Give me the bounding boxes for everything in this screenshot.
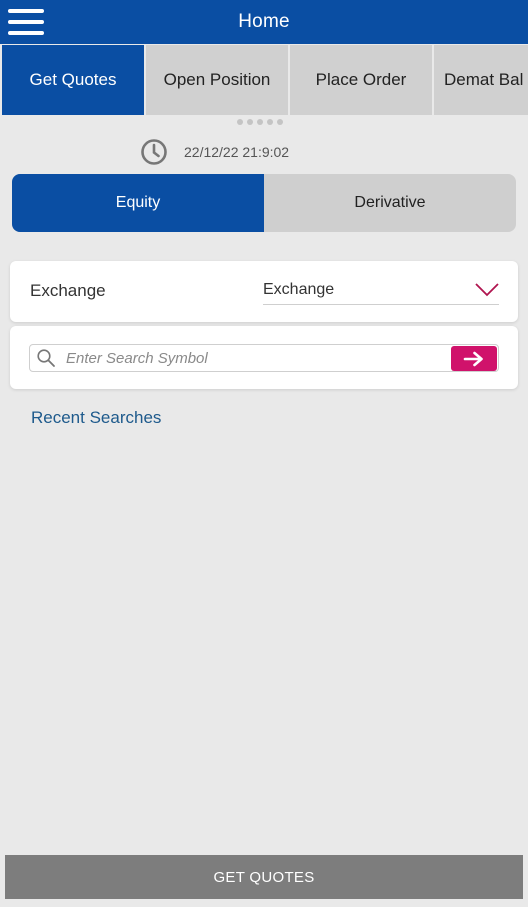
tab-get-quotes[interactable]: Get Quotes bbox=[2, 45, 144, 115]
exchange-label: Exchange bbox=[30, 281, 106, 300]
tab-page-indicator bbox=[237, 119, 283, 125]
equity-segment-button[interactable]: Equity bbox=[12, 174, 264, 232]
arrow-right-icon bbox=[463, 351, 483, 366]
get-quotes-button[interactable]: GET QUOTES bbox=[5, 855, 523, 899]
app-header: Home bbox=[0, 0, 528, 44]
tab-place-order[interactable]: Place Order bbox=[290, 45, 432, 115]
exchange-selected-value: Exchange bbox=[263, 280, 335, 298]
search-input[interactable] bbox=[66, 346, 436, 370]
top-tab-bar: Get Quotes Open Position Place Order Dem… bbox=[0, 45, 528, 115]
exchange-card: Exchange Exchange bbox=[10, 261, 518, 322]
segment-toggle: Equity Derivative bbox=[12, 174, 516, 232]
tab-open-position[interactable]: Open Position bbox=[146, 45, 288, 115]
derivative-segment-button[interactable]: Derivative bbox=[264, 174, 516, 232]
exchange-dropdown[interactable]: Exchange bbox=[263, 275, 499, 305]
clock-icon bbox=[141, 139, 167, 165]
recent-searches-link[interactable]: Recent Searches bbox=[31, 408, 161, 428]
search-icon bbox=[37, 349, 55, 367]
tab-demat-balance[interactable]: Demat Bal bbox=[434, 45, 528, 115]
search-card bbox=[10, 326, 518, 389]
search-go-button[interactable] bbox=[451, 346, 497, 371]
page-title: Home bbox=[238, 11, 290, 32]
hamburger-menu-icon[interactable] bbox=[8, 9, 44, 35]
search-box bbox=[29, 344, 499, 372]
timestamp-row: 22/12/22 21:9:02 bbox=[140, 138, 289, 166]
chevron-down-icon bbox=[475, 283, 499, 297]
last-updated-timestamp: 22/12/22 21:9:02 bbox=[184, 144, 290, 160]
